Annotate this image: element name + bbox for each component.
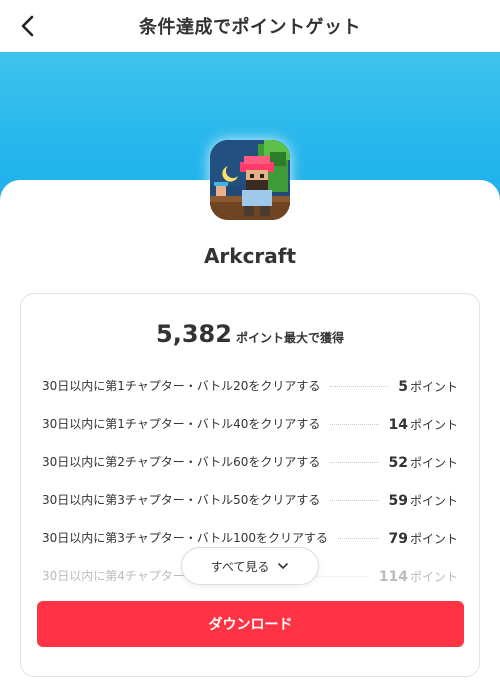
dotted-leader xyxy=(330,461,379,463)
see-all-label: すべて見る xyxy=(210,559,270,574)
dotted-leader xyxy=(330,385,389,387)
task-points: 114 ポイント xyxy=(378,568,458,585)
dotted-leader xyxy=(330,499,379,501)
task-row: 30日以内に第2チャプター・バトル60をクリアする 52 ポイント xyxy=(42,442,458,480)
dotted-leader xyxy=(330,423,379,425)
task-description: 30日以内に第4チャプター xyxy=(42,568,185,583)
total-points: 5,382 ポイント最大で獲得 xyxy=(21,320,479,348)
task-points: 79 ポイント xyxy=(388,530,459,547)
points-card: 5,382 ポイント最大で獲得 30日以内に第1チャプター・バトル20をクリアする… xyxy=(20,293,480,677)
app-icon xyxy=(210,140,290,220)
task-row: 30日以内に第3チャプター・バトル50をクリアする 59 ポイント xyxy=(42,480,458,518)
total-points-label: ポイント最大で獲得 xyxy=(235,331,344,345)
task-description: 30日以内に第3チャプター・バトル50をクリアする xyxy=(42,492,321,507)
task-row: 30日以内に第1チャプター・バトル20をクリアする 5 ポイント xyxy=(42,366,458,404)
download-label: ダウンロード xyxy=(208,617,293,633)
total-points-value: 5,382 xyxy=(156,320,232,348)
download-button[interactable]: ダウンロード xyxy=(37,601,464,647)
task-description: 30日以内に第2チャプター・バトル60をクリアする xyxy=(42,454,321,469)
task-points: 59 ポイント xyxy=(388,492,459,509)
chevron-down-icon xyxy=(278,563,289,569)
task-points: 52 ポイント xyxy=(388,454,459,471)
task-description: 30日以内に第1チャプター・バトル20をクリアする xyxy=(42,378,321,393)
task-description: 30日以内に第3チャプター・バトル100をクリアする xyxy=(42,530,329,545)
page-title: 条件達成でポイントゲット xyxy=(139,17,361,38)
see-all-button[interactable]: すべて見る xyxy=(181,547,319,585)
top-bar: 条件達成でポイントゲット xyxy=(0,0,500,52)
task-points: 5 ポイント xyxy=(398,378,458,395)
task-points: 14 ポイント xyxy=(388,416,459,433)
task-description: 30日以内に第1チャプター・バトル40をクリアする xyxy=(42,416,321,431)
dotted-leader xyxy=(338,537,379,539)
app-name: Arkcraft xyxy=(203,244,297,268)
task-row: 30日以内に第1チャプター・バトル40をクリアする 14 ポイント xyxy=(42,404,458,442)
